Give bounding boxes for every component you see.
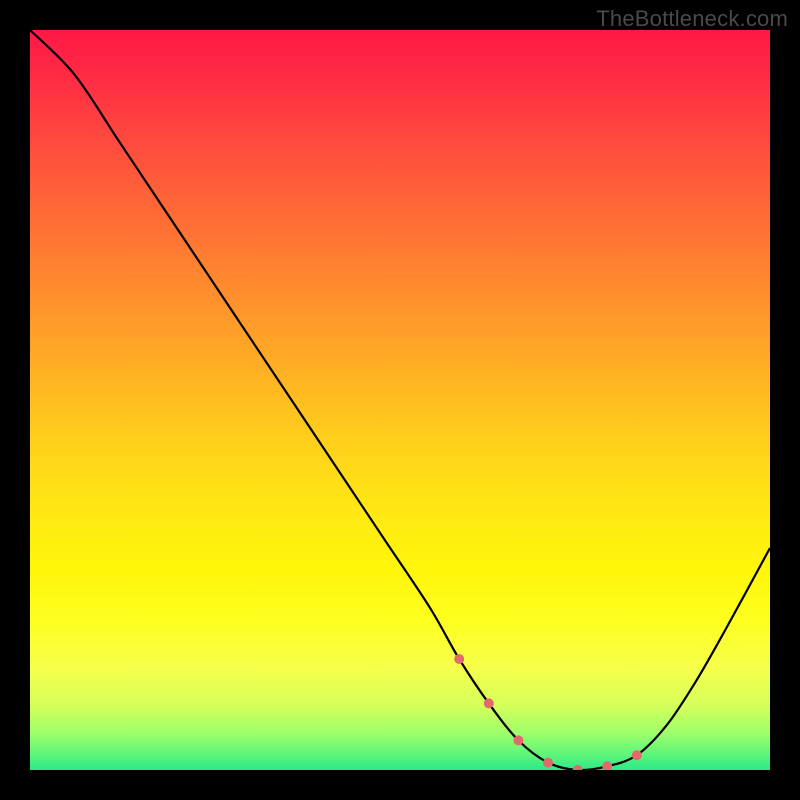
curve-marker	[573, 765, 583, 770]
curve-marker	[484, 698, 494, 708]
curve-marker	[513, 735, 523, 745]
watermark-text: TheBottleneck.com	[596, 6, 788, 32]
curve-marker	[454, 654, 464, 664]
marker-group	[454, 654, 642, 770]
bottleneck-curve	[30, 30, 770, 770]
chart-svg	[30, 30, 770, 770]
plot-area	[30, 30, 770, 770]
curve-marker	[632, 750, 642, 760]
curve-marker	[543, 758, 553, 768]
curve-marker	[602, 761, 612, 770]
chart-container: TheBottleneck.com	[0, 0, 800, 800]
